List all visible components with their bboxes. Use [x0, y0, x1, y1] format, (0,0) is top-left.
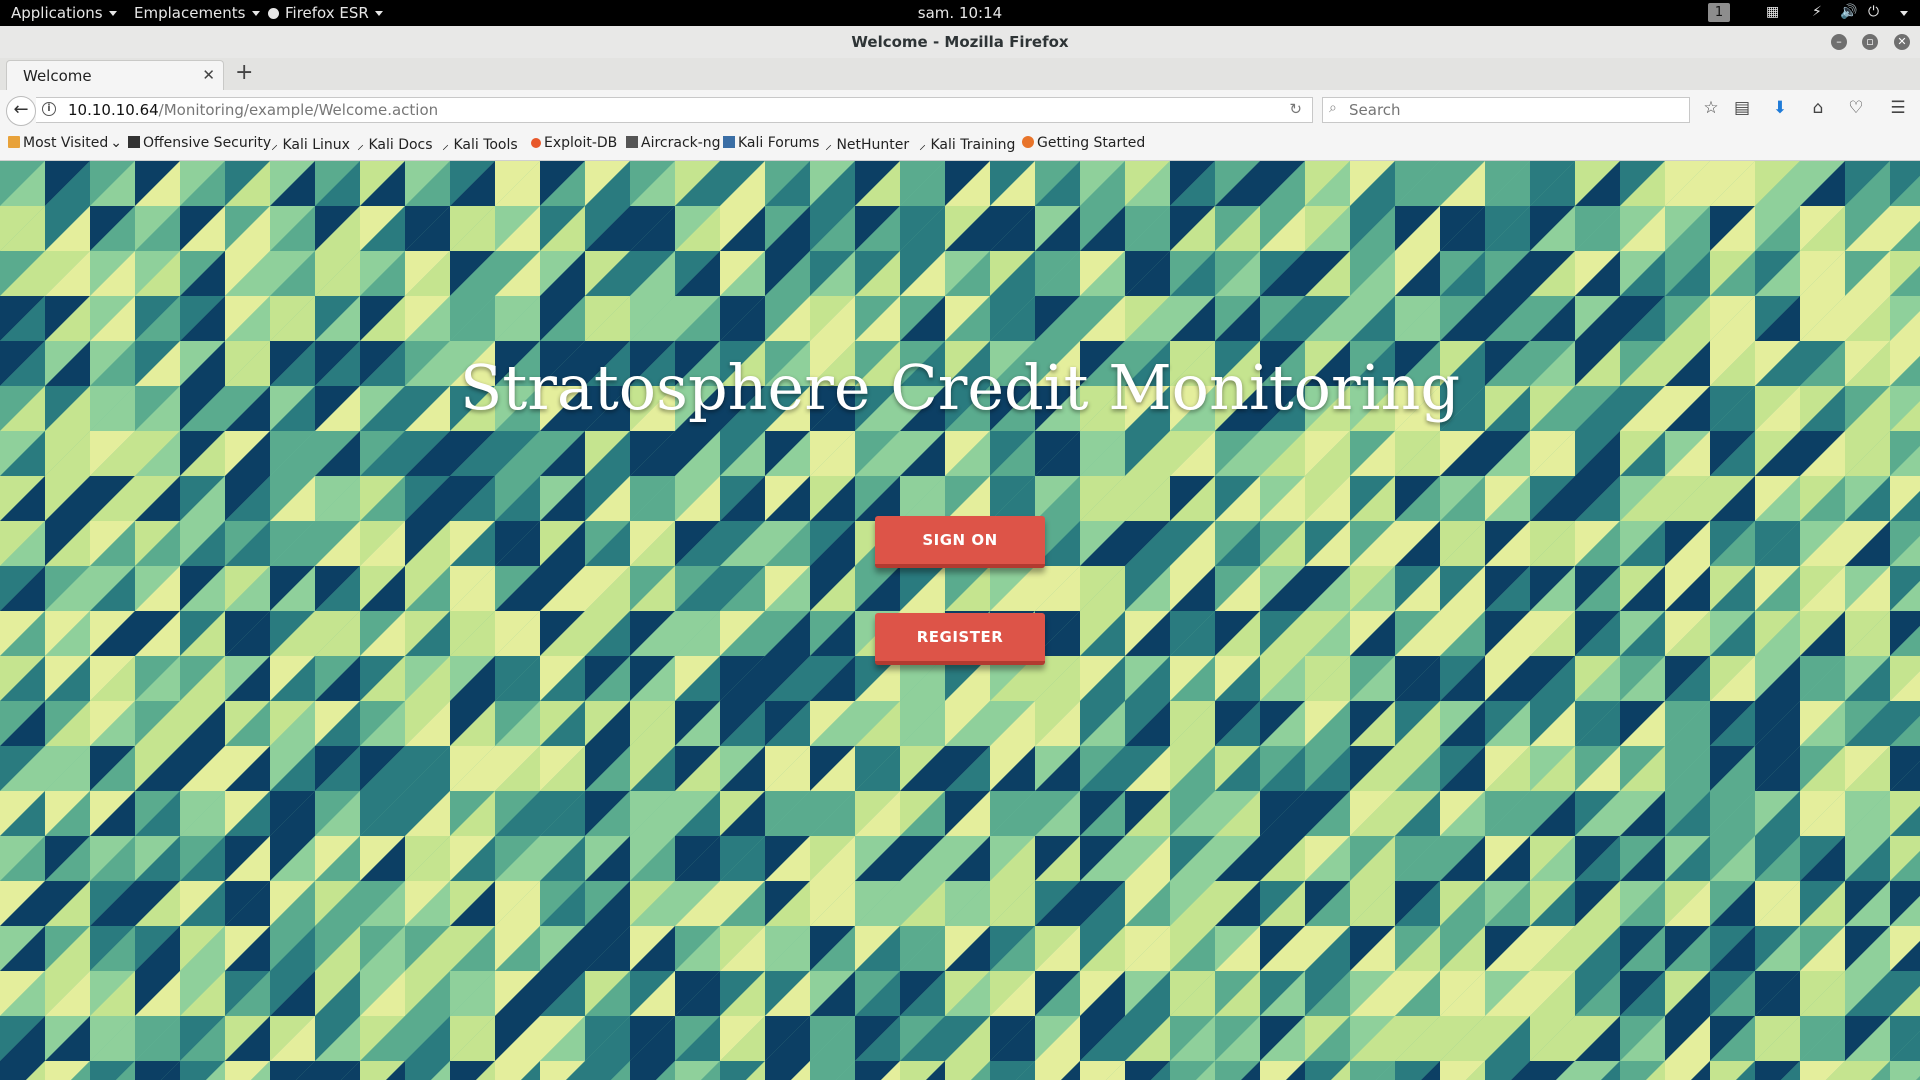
- bookmark-label: Kali Linux: [282, 137, 350, 153]
- chevron-down-icon[interactable]: [1900, 11, 1908, 16]
- bookmark-label: NetHunter: [836, 137, 910, 153]
- bookmark-kali-training[interactable]: ⸝ Kali Training: [919, 135, 1015, 154]
- volume-icon[interactable]: 🔊: [1840, 4, 1857, 20]
- bookmark-exploit-db[interactable]: Exploit-DB: [531, 135, 617, 151]
- tab-strip: Welcome ✕ +: [0, 58, 1920, 91]
- window-title: Welcome - Mozilla Firefox: [851, 33, 1069, 51]
- kali-dragon-icon: ⸝: [825, 137, 832, 153]
- window-title-bar: Welcome - Mozilla Firefox – ▫ ✕: [0, 26, 1920, 59]
- search-input[interactable]: [1347, 98, 1681, 122]
- downloads-icon[interactable]: ⬇: [1768, 98, 1792, 118]
- network-icon[interactable]: ⚡: [1812, 4, 1822, 20]
- workspace-indicator[interactable]: 1: [1708, 3, 1730, 22]
- reading-list-icon[interactable]: ▤: [1730, 98, 1754, 118]
- pocket-icon[interactable]: ♡: [1844, 98, 1868, 118]
- bookmark-kali-docs[interactable]: ⸝ Kali Docs: [357, 135, 433, 154]
- kali-dragon-icon: ⸝: [357, 137, 364, 153]
- bookmark-label: Exploit-DB: [544, 135, 618, 151]
- bookmark-label: Getting Started: [1037, 135, 1146, 151]
- close-window-button[interactable]: ✕: [1894, 34, 1910, 50]
- search-icon: ⌕: [1329, 100, 1337, 116]
- bookmark-label: Kali Training: [930, 137, 1016, 153]
- bookmark-kali-tools[interactable]: ⸝ Kali Tools: [442, 135, 518, 154]
- bookmark-label: Kali Tools: [453, 137, 518, 153]
- bookmark-offensive-security[interactable]: Offensive Security: [128, 135, 271, 151]
- aircrack-icon: [626, 136, 638, 148]
- page-title: Stratosphere Credit Monitoring: [459, 351, 1461, 424]
- bookmark-label: Most Visited: [23, 135, 109, 151]
- tab-welcome[interactable]: Welcome ✕: [6, 60, 224, 91]
- kali-dragon-icon: ⸝: [442, 137, 449, 153]
- bookmark-label: Offensive Security: [143, 135, 272, 151]
- kali-dragon-icon: ⸝: [919, 137, 926, 153]
- bookmark-kali-linux[interactable]: ⸝ Kali Linux: [271, 135, 350, 154]
- home-icon[interactable]: ⌂: [1806, 98, 1830, 118]
- close-icon[interactable]: ✕: [202, 66, 215, 84]
- register-button[interactable]: REGISTER: [875, 613, 1045, 665]
- system-top-bar: Applications Emplacements Firefox ESR sa…: [0, 0, 1920, 26]
- navigation-toolbar: ← i 10.10.10.64/Monitoring/example/Welco…: [0, 90, 1920, 128]
- bookmark-star-icon[interactable]: ☆: [1699, 98, 1723, 118]
- page-content: Stratosphere Credit Monitoring SIGN ON R…: [0, 161, 1920, 1080]
- url-host: 10.10.10.64: [68, 101, 159, 119]
- folder-icon: [8, 136, 20, 148]
- bookmark-getting-started[interactable]: Getting Started: [1022, 135, 1145, 151]
- bookmark-kali-forums[interactable]: Kali Forums: [723, 135, 819, 151]
- bookmarks-toolbar: Most Visited ⌄ Offensive Security ⸝ Kali …: [0, 128, 1920, 161]
- maximize-button[interactable]: ▫: [1862, 34, 1878, 50]
- firefox-icon: [1022, 136, 1034, 148]
- back-button[interactable]: ←: [6, 96, 36, 126]
- url-text[interactable]: 10.10.10.64/Monitoring/example/Welcome.a…: [68, 101, 438, 119]
- bookmark-nethunter[interactable]: ⸝ NetHunter: [825, 135, 909, 154]
- bookmark-label: Kali Forums: [738, 135, 820, 151]
- minimize-button[interactable]: –: [1831, 34, 1847, 50]
- url-bar[interactable]: i 10.10.10.64/Monitoring/example/Welcome…: [36, 97, 1313, 123]
- clock[interactable]: sam. 10:14: [0, 4, 1920, 22]
- bookmark-label: Aircrack-ng: [641, 135, 721, 151]
- reload-icon[interactable]: ↻: [1289, 100, 1302, 118]
- tab-label: Welcome: [23, 67, 92, 85]
- exploitdb-icon: [531, 138, 541, 148]
- screen-share-icon[interactable]: ▦: [1766, 4, 1779, 20]
- info-icon[interactable]: i: [42, 102, 56, 116]
- bookmark-most-visited[interactable]: Most Visited ⌄: [8, 135, 122, 151]
- power-icon[interactable]: ⏻: [1868, 4, 1879, 20]
- kali-dragon-icon: ⸝: [271, 137, 278, 153]
- hamburger-menu-icon[interactable]: ☰: [1886, 98, 1910, 118]
- search-bar[interactable]: ⌕: [1322, 97, 1690, 123]
- forums-icon: [723, 136, 735, 148]
- bookmark-label: Kali Docs: [368, 137, 433, 153]
- bookmark-aircrack-ng[interactable]: Aircrack-ng: [626, 135, 721, 151]
- url-path: /Monitoring/example/Welcome.action: [158, 101, 439, 119]
- chevron-down-icon: ⌄: [110, 135, 122, 151]
- offsec-icon: [128, 136, 140, 148]
- sign-on-button[interactable]: SIGN ON: [875, 516, 1045, 568]
- new-tab-button[interactable]: +: [235, 60, 253, 85]
